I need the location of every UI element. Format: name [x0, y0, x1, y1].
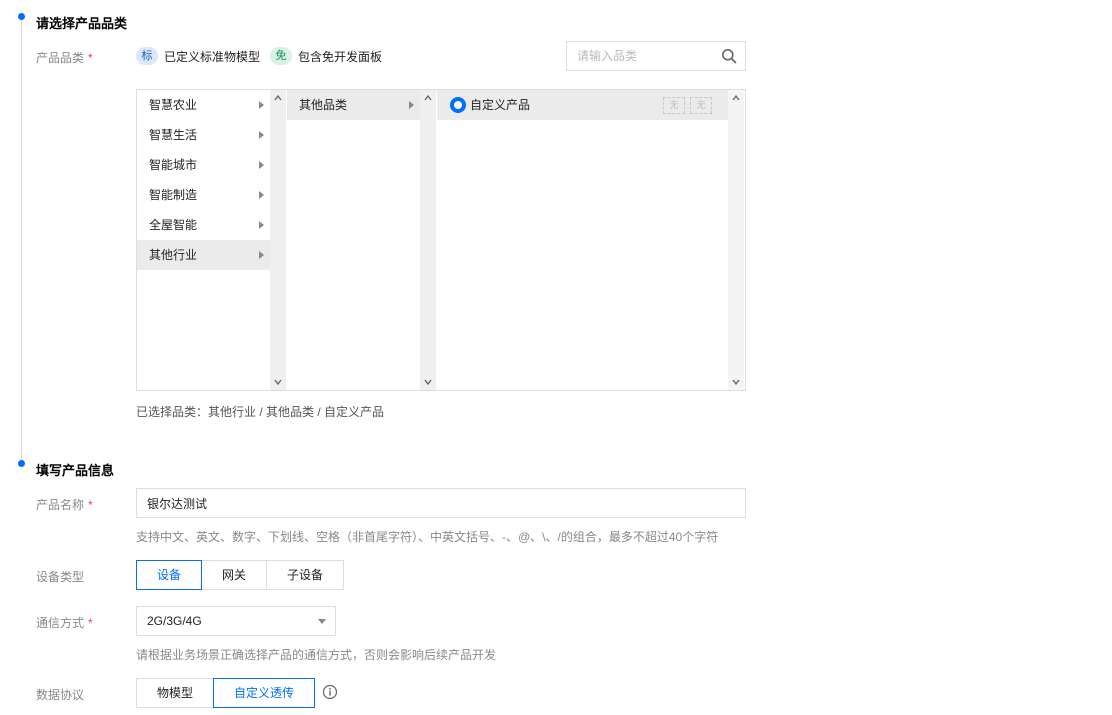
industry-label: 智慧生活	[149, 128, 198, 142]
caret-right-icon	[259, 191, 264, 199]
caret-right-icon	[409, 101, 414, 109]
standard-model-text: 已定义标准物模型	[164, 49, 261, 64]
protocol-custom-button[interactable]: 自定义透传	[213, 678, 315, 708]
industry-label: 其他行业	[149, 248, 198, 262]
industry-item-active[interactable]: 其他行业	[137, 240, 270, 270]
category-column: 其他品类	[287, 90, 420, 390]
industry-scrollbar[interactable]	[270, 90, 286, 390]
no-model-tag: 无	[663, 97, 685, 114]
free-panel-badge: 免	[270, 47, 293, 65]
product-item-active[interactable]: 自定义产品 无 无	[437, 90, 728, 120]
category-label: 产品品类 *	[36, 51, 93, 65]
category-cascader: 智慧农业 智慧生活 智能城市 智能制造 全屋智能 其他行业 其他品类 自定义产品…	[136, 89, 746, 391]
free-panel-text: 包含免开发面板	[298, 49, 383, 64]
category-search[interactable]	[566, 41, 746, 71]
caret-right-icon	[259, 251, 264, 259]
info-icon[interactable]	[322, 684, 338, 700]
industry-item[interactable]: 智能城市	[137, 150, 270, 180]
caret-right-icon	[259, 161, 264, 169]
device-type-gateway-button[interactable]: 网关	[201, 560, 267, 590]
scroll-up-icon[interactable]	[273, 93, 283, 103]
scroll-down-icon[interactable]	[273, 377, 283, 387]
step-dot-2	[18, 460, 25, 467]
scroll-down-icon[interactable]	[423, 377, 433, 387]
caret-right-icon	[259, 221, 264, 229]
step-dot-1	[18, 13, 25, 20]
category-search-input[interactable]	[567, 42, 707, 70]
section-title-product-info: 填写产品信息	[36, 463, 115, 478]
industry-label: 智能制造	[149, 188, 198, 202]
device-type-segment: 设备 网关 子设备	[136, 560, 344, 590]
selected-path-value: 其他行业 / 其他品类 / 自定义产品	[208, 405, 385, 419]
legend-free-panel: 免 包含免开发面板	[270, 47, 392, 65]
scroll-up-icon[interactable]	[423, 93, 433, 103]
protocol-segment: 物模型 自定义透传	[136, 678, 315, 708]
comm-select[interactable]: 2G/3G/4G	[136, 606, 336, 636]
industry-item[interactable]: 智慧生活	[137, 120, 270, 150]
selected-prefix: 已选择品类：	[136, 405, 209, 419]
category-item-active[interactable]: 其他品类	[287, 90, 420, 120]
scroll-down-icon[interactable]	[731, 377, 741, 387]
industry-label: 全屋智能	[149, 218, 198, 232]
standard-model-badge: 标	[136, 47, 158, 65]
industry-item[interactable]: 全屋智能	[137, 210, 270, 240]
legend-standard-model: 标 已定义标准物模型	[136, 47, 270, 65]
protocol-model-button[interactable]: 物模型	[136, 678, 214, 708]
device-type-subdevice-button[interactable]: 子设备	[266, 560, 344, 590]
product-scrollbar[interactable]	[728, 90, 744, 390]
comm-label: 通信方式 *	[36, 616, 93, 630]
category-item-label: 其他品类	[299, 98, 348, 112]
product-name-input[interactable]	[137, 489, 737, 517]
device-type-label: 设备类型	[36, 570, 85, 584]
product-name-field[interactable]	[136, 488, 746, 518]
scroll-up-icon[interactable]	[731, 93, 741, 103]
comm-select-value: 2G/3G/4G	[147, 614, 202, 628]
product-item-label: 自定义产品	[470, 98, 531, 112]
product-column: 自定义产品 无 无	[437, 90, 728, 390]
industry-label: 智能城市	[149, 158, 198, 172]
product-name-hint: 支持中文、英文、数字、下划线、空格（非首尾字符）、中英文括号、-、@、\、/的组…	[136, 530, 719, 544]
protocol-label: 数据协议	[36, 688, 85, 702]
industry-item[interactable]: 智能制造	[137, 180, 270, 210]
search-icon[interactable]	[721, 48, 737, 64]
selected-category-path: 已选择品类：其他行业 / 其他品类 / 自定义产品	[136, 403, 384, 420]
chevron-down-icon	[318, 619, 326, 624]
industry-label: 智慧农业	[149, 98, 198, 112]
device-type-device-button[interactable]: 设备	[136, 560, 202, 590]
radio-selected-icon[interactable]	[450, 97, 466, 113]
section-title-category: 请选择产品品类	[36, 16, 128, 31]
caret-right-icon	[259, 131, 264, 139]
category-scrollbar[interactable]	[420, 90, 436, 390]
step-timeline-line	[21, 18, 22, 464]
product-name-label: 产品名称 *	[36, 498, 93, 512]
category-legend: 标 已定义标准物模型 免 包含免开发面板	[136, 47, 392, 65]
industry-column: 智慧农业 智慧生活 智能城市 智能制造 全屋智能 其他行业	[137, 90, 270, 390]
industry-item[interactable]: 智慧农业	[137, 90, 270, 120]
comm-hint: 请根据业务场景正确选择产品的通信方式，否则会影响后续产品开发	[136, 648, 497, 662]
no-panel-tag: 无	[690, 97, 712, 114]
caret-right-icon	[259, 101, 264, 109]
